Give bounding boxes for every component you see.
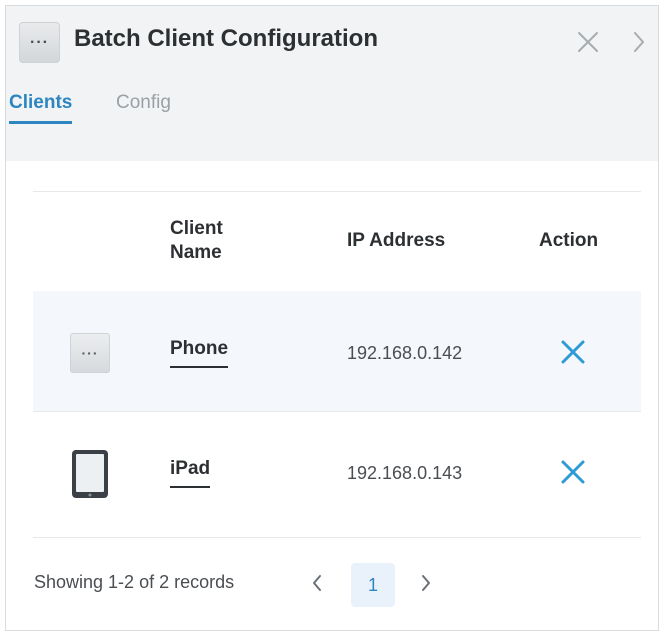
records-summary: Showing 1-2 of 2 records [34, 572, 235, 592]
pagination-bar: Showing 1-2 of 2 records 1 [6, 553, 658, 613]
batch-client-config-dialog: ··· Batch Client Configuration Clients C… [5, 5, 659, 631]
column-header-action: Action [539, 230, 599, 251]
close-icon[interactable] [577, 31, 599, 53]
chevron-left-icon[interactable] [311, 573, 323, 593]
table-top-divider [33, 191, 641, 192]
tab-bar: Clients Config [6, 86, 658, 126]
column-header-client-name: Client Name [170, 218, 223, 263]
client-name-link[interactable]: Phone [170, 338, 229, 368]
ip-address: 192.168.0.142 [347, 343, 463, 363]
client-name-link[interactable]: iPad [170, 458, 211, 488]
tab-config[interactable]: Config [116, 92, 171, 114]
tablet-icon [72, 450, 108, 498]
generic-device-icon: ··· [70, 333, 110, 373]
table-bottom-divider [33, 537, 641, 538]
dialog-title: Batch Client Configuration [74, 25, 378, 52]
title-bar: ··· Batch Client Configuration [6, 6, 658, 76]
chevron-right-icon[interactable] [420, 573, 432, 593]
more-dots-icon: ··· [19, 22, 60, 63]
remove-x-icon[interactable] [560, 459, 586, 485]
column-header-ip-address: IP Address [347, 230, 446, 251]
ip-address: 192.168.0.143 [347, 463, 463, 483]
chevron-right-icon[interactable] [632, 30, 646, 54]
table-row: iPad 192.168.0.143 [33, 412, 641, 532]
table-row: ··· Phone 192.168.0.142 [33, 291, 641, 411]
page-1-button[interactable]: 1 [351, 563, 395, 607]
tab-clients[interactable]: Clients [9, 92, 73, 124]
dialog-header: ··· Batch Client Configuration Clients C… [6, 6, 658, 161]
remove-x-icon[interactable] [560, 339, 586, 365]
